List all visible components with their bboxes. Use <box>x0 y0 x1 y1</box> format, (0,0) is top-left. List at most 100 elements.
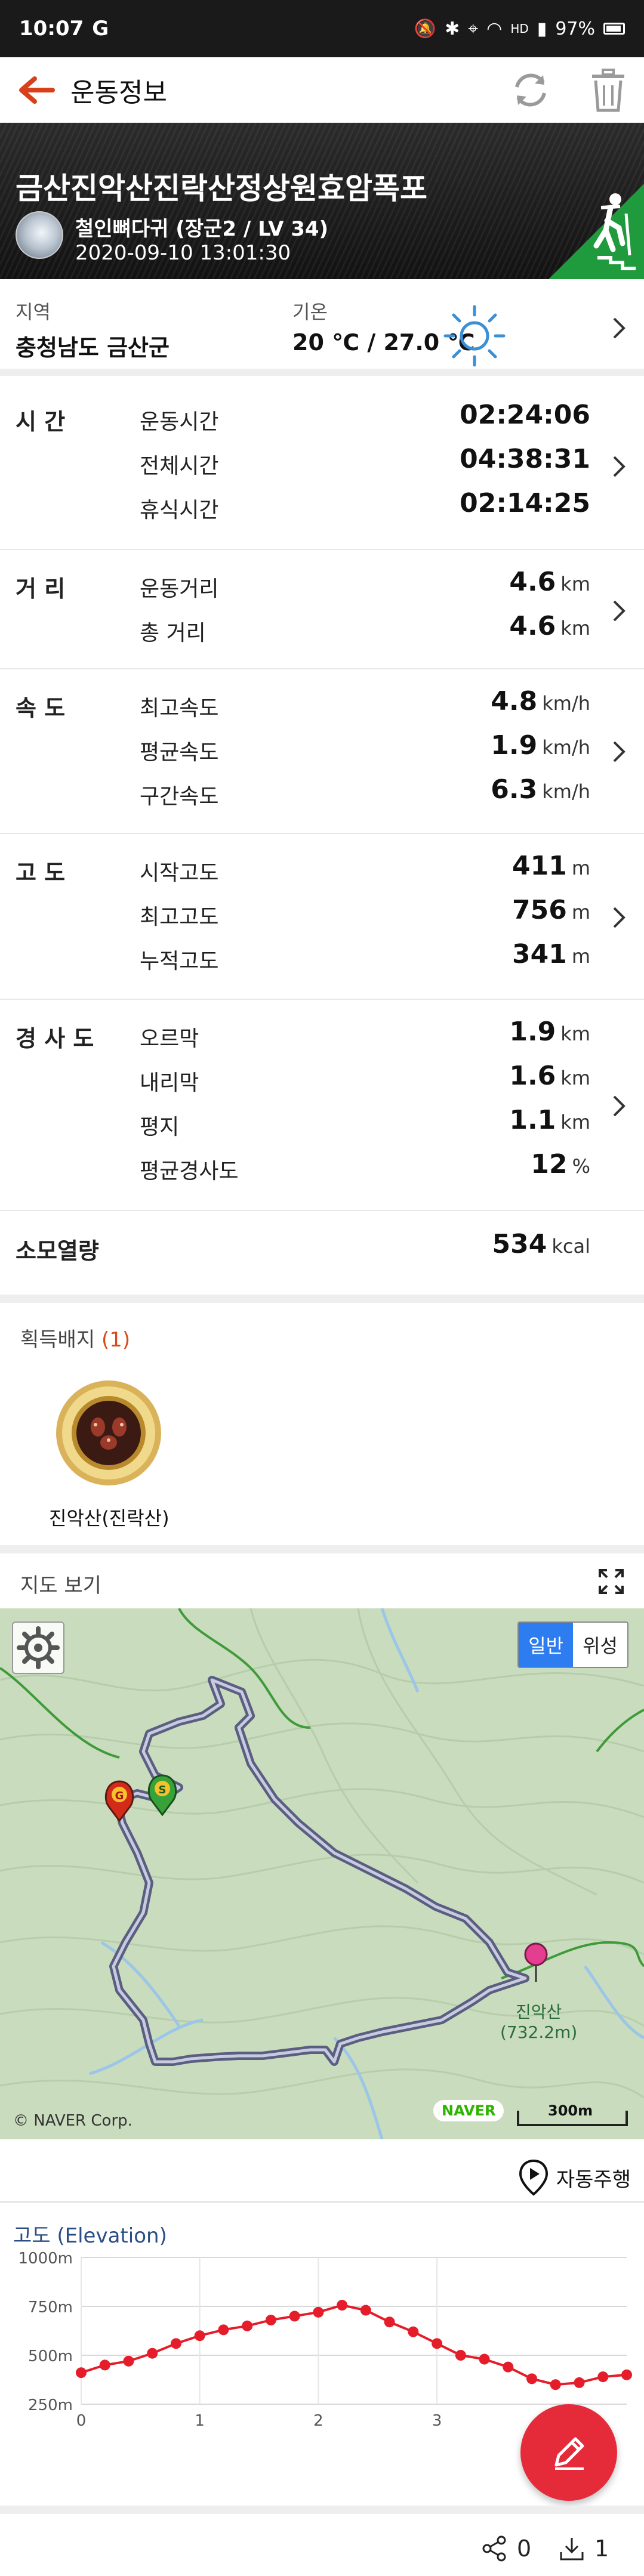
stat-value: 6.3 <box>491 774 538 805</box>
stat-name: 오르막 <box>140 1027 199 1051</box>
map-type-toggle[interactable]: 일반 위성 <box>517 1621 628 1668</box>
stat-name: 총 거리 <box>140 621 206 645</box>
stat-unit: kcal <box>551 1235 590 1258</box>
activity-datetime: 2020-09-10 13:01:30 <box>75 241 291 265</box>
play-pin-icon <box>519 2159 548 2196</box>
stat-value: 1.6 <box>509 1061 556 1091</box>
badges-section: 획득배지 (1) 진악산(진락산) <box>0 1295 644 1545</box>
category-label: 거 리 <box>16 576 66 602</box>
elevation-point <box>289 2311 300 2322</box>
stat-name: 운동거리 <box>140 577 219 601</box>
y-tick-label: 500m <box>28 2348 73 2365</box>
elevation-point <box>408 2326 419 2337</box>
map-type-satellite[interactable]: 위성 <box>573 1623 627 1667</box>
stats-time[interactable]: 시 간 운동시간 02:24:06 전체시간 04:38:31 휴식시간 02:14:2… <box>0 383 644 550</box>
badges-count: (1) <box>101 1328 131 1352</box>
share-count: 0 <box>517 2535 532 2562</box>
elevation-point <box>621 2369 632 2380</box>
map-settings-gear-icon[interactable] <box>12 1621 64 1674</box>
stat-unit: m <box>571 945 590 968</box>
elevation-point <box>360 2305 371 2316</box>
category-label: 고 도 <box>16 860 66 886</box>
elevation-point <box>313 2306 324 2318</box>
autoplay-button[interactable]: 자동주행 <box>518 2158 631 2197</box>
map-type-normal[interactable]: 일반 <box>519 1623 574 1667</box>
status-time: 10:07 <box>19 17 84 41</box>
stat-value: 1.9 <box>491 730 538 761</box>
download-icon <box>560 2538 584 2560</box>
chevron-right-icon[interactable] <box>607 455 631 478</box>
x-tick-label: 1 <box>195 2412 205 2430</box>
y-tick-label: 250m <box>28 2396 73 2414</box>
stat-name: 휴식시간 <box>140 498 219 523</box>
stats-calories: 소모열량 534 kcal <box>0 1211 644 1289</box>
badge-medal-icon[interactable] <box>54 1378 164 1488</box>
download-button[interactable]: 1 <box>559 2535 609 2562</box>
stat-name: 누적고도 <box>140 949 219 974</box>
sunny-icon <box>443 305 506 367</box>
back-arrow-icon[interactable] <box>12 66 60 114</box>
region-value: 충청남도 금산군 <box>16 335 170 361</box>
stat-value: 534 <box>492 1229 547 1259</box>
elevation-point <box>337 2300 348 2311</box>
status-icons: 🔕 ✱ ⌖ ◠ HD ▮ 97% <box>414 18 625 39</box>
x-tick-label: 0 <box>76 2412 87 2430</box>
elevation-point <box>99 2359 110 2371</box>
elevation-point <box>479 2353 490 2365</box>
x-tick-label: 2 <box>313 2412 323 2430</box>
chevron-right-icon[interactable] <box>607 599 631 623</box>
pencil-icon <box>554 2437 584 2470</box>
category-label: 소모열량 <box>16 1238 99 1264</box>
chevron-right-icon[interactable] <box>607 906 631 929</box>
stats-altitude[interactable]: 고 도 시작고도 411 m 최고고도 756 m 누적고도 341 m <box>0 834 644 1000</box>
share-icon <box>482 2535 506 2562</box>
elevation-point <box>550 2379 561 2390</box>
stat-value: 04:38:31 <box>460 444 590 474</box>
region-weather[interactable]: 지역 충청남도 금산군 기온 20 ℃ / 27.0 ℃ <box>0 279 644 376</box>
elevation-line <box>81 2303 627 2386</box>
battery-percent: 97% <box>555 18 595 39</box>
stat-value: 4.6 <box>509 611 556 641</box>
course-name: 금산진악산진락산정상원효암폭포 <box>16 171 427 206</box>
google-icon: G <box>92 17 109 41</box>
category-label: 속 도 <box>16 695 66 721</box>
stat-value: 1.1 <box>509 1105 556 1135</box>
stat-value: 4.6 <box>509 567 556 597</box>
stat-name: 평균속도 <box>140 740 219 765</box>
elevation-point <box>597 2371 609 2383</box>
stat-unit: km <box>560 1023 590 1045</box>
elevation-point <box>194 2330 205 2342</box>
chevron-right-icon[interactable] <box>607 740 631 764</box>
stats-speed[interactable]: 속 도 최고속도 4.8 km/h 평균속도 1.9 km/h 구간속도 6.3 km/h <box>0 669 644 834</box>
badge-label: 진악산(진락산) <box>49 1507 170 1530</box>
stats-list: 시 간 운동시간 02:24:06 전체시간 04:38:31 휴식시간 02:14:2… <box>0 383 644 1289</box>
sync-icon[interactable] <box>507 66 554 114</box>
stats-distance[interactable]: 거 리 운동거리 4.6 km 총 거리 4.6 km <box>0 550 644 669</box>
map-scale-bar <box>517 2111 628 2126</box>
edit-fab-button[interactable] <box>520 2404 617 2501</box>
stat-name: 시작고도 <box>140 861 219 885</box>
avatar[interactable] <box>16 211 63 259</box>
stats-slope[interactable]: 경 사 도 오르막 1.9 km 내리막 1.6 km 평지 1.1 km 평균경사도 12% <box>0 1000 644 1211</box>
map-canvas[interactable]: G S <box>0 1608 644 2139</box>
wifi-icon: ◠ <box>486 18 503 39</box>
app-bar: 운동정보 <box>0 57 644 123</box>
map-title: 지도 보기 <box>20 1574 101 1598</box>
signal-icon: ▮ <box>537 18 547 39</box>
goal-marker-label: G <box>115 1790 124 1802</box>
route-map[interactable]: G S 일반 위성 진악산 (732.2m) © NAVER Corp. NAVE… <box>0 1608 644 2139</box>
elevation-point <box>265 2314 276 2325</box>
map-section: 지도 보기 G S 일반 위성 진악산 (732.2m) © NAVER Cor… <box>0 1545 644 2201</box>
chevron-right-icon[interactable] <box>607 316 631 340</box>
trash-icon[interactable] <box>584 66 632 114</box>
elevation-point <box>242 2320 253 2331</box>
stat-name: 내리막 <box>140 1071 199 1095</box>
share-button[interactable]: 0 <box>481 2535 531 2562</box>
stat-value: 02:24:06 <box>460 400 590 430</box>
peak-label: 진악산 (732.2m) <box>500 2002 578 2042</box>
chevron-right-icon[interactable] <box>607 1094 631 1118</box>
stat-unit: km <box>560 1067 590 1089</box>
category-label: 경 사 도 <box>16 1026 94 1052</box>
expand-icon[interactable] <box>596 1567 626 1596</box>
stat-unit: m <box>571 901 590 923</box>
